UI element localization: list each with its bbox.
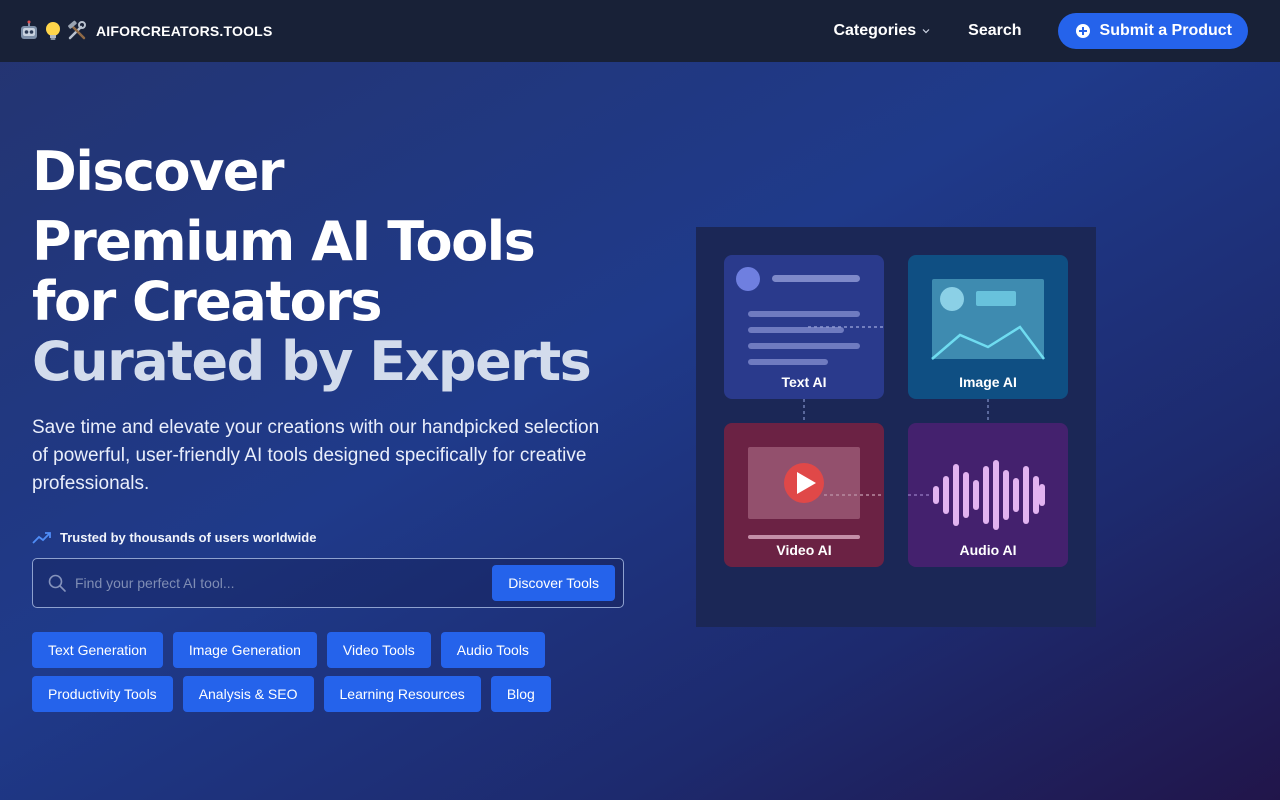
nav-categories-label: Categories <box>833 22 917 39</box>
chip-text-generation[interactable]: Text Generation <box>32 632 163 668</box>
hero-line-premium: Premium AI Tools <box>32 210 536 273</box>
chip-analysis-seo[interactable]: Analysis & SEO <box>182 676 314 712</box>
audio-ai-label: Audio AI <box>959 542 1017 558</box>
search-input[interactable] <box>75 559 493 607</box>
brand-icons <box>18 20 88 42</box>
submit-product-button[interactable]: Submit a Product <box>1057 13 1248 49</box>
video-ai-label: Video AI <box>776 542 832 558</box>
tool-search-bar: Discover Tools <box>32 558 624 608</box>
brand-logo[interactable]: AIFORCREATORS.TOOLS <box>18 20 272 42</box>
text-ai-card: Text AI <box>724 255 884 399</box>
chip-blog[interactable]: Blog <box>490 676 551 712</box>
nav-categories-dropdown[interactable]: Categories <box>833 22 930 40</box>
discover-tools-button[interactable]: Discover Tools <box>492 565 615 601</box>
top-navbar: AIFORCREATORS.TOOLS Categories Search Su… <box>0 0 1280 62</box>
trending-up-icon <box>32 531 51 544</box>
tools-icon <box>68 20 86 40</box>
robot-icon <box>21 20 37 39</box>
image-ai-label: Image AI <box>959 374 1017 390</box>
chip-image-generation[interactable]: Image Generation <box>172 632 317 668</box>
search-icon <box>48 574 66 592</box>
chip-learning-resources[interactable]: Learning Resources <box>323 676 481 712</box>
nav-links: Categories Search Submit a Product <box>833 13 1248 49</box>
chip-productivity-tools[interactable]: Productivity Tools <box>32 676 173 712</box>
nav-search-label: Search <box>968 22 1022 39</box>
hero-line-discover: Discover <box>32 140 285 203</box>
audio-ai-card: Audio AI <box>908 423 1068 567</box>
submit-product-label: Submit a Product <box>1099 22 1232 39</box>
chip-video-tools[interactable]: Video Tools <box>326 632 431 668</box>
trusted-text: Trusted by thousands of users worldwide <box>60 530 317 545</box>
hero-line-curated: Curated by Experts <box>32 330 592 393</box>
page: AIFORCREATORS.TOOLS Categories Search Su… <box>0 0 1280 800</box>
hero-title: Discover Premium AI Tools for Creators C… <box>32 140 592 393</box>
chevron-down-icon <box>922 29 930 34</box>
trusted-badge: Trusted by thousands of users worldwide <box>32 530 316 545</box>
text-ai-label: Text AI <box>781 374 827 390</box>
category-chips: Text Generation Image Generation Video T… <box>32 632 632 712</box>
image-ai-card: Image AI <box>908 255 1068 399</box>
chip-audio-tools[interactable]: Audio Tools <box>440 632 545 668</box>
video-ai-card: Video AI <box>724 423 884 567</box>
hero-subtitle: Save time and elevate your creations wit… <box>32 417 600 494</box>
lightbulb-icon <box>46 22 60 40</box>
nav-search-link[interactable]: Search <box>968 22 1021 40</box>
brand-name: AIFORCREATORS.TOOLS <box>96 23 273 39</box>
hero-line-creators: for Creators <box>32 270 383 333</box>
plus-circle-icon <box>1075 24 1090 38</box>
ai-categories-illustration: Text AI Image AI Video AI Audio AI <box>696 227 1096 627</box>
